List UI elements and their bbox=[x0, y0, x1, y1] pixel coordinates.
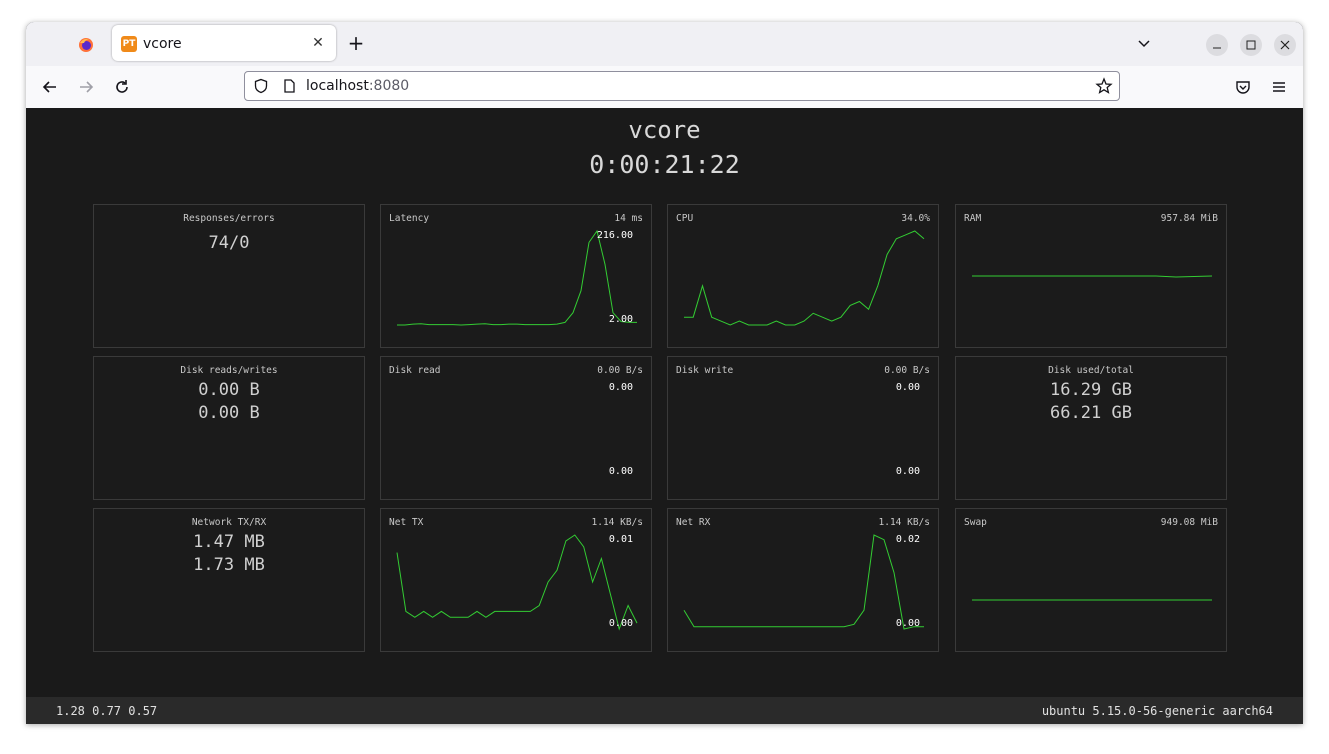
close-window-button[interactable] bbox=[1274, 34, 1296, 56]
panel-label: Disk read bbox=[389, 365, 441, 376]
list-all-tabs-icon[interactable] bbox=[1134, 34, 1154, 54]
forward-arrow-icon[interactable] bbox=[75, 76, 97, 98]
net-rx-min: 0.00 bbox=[895, 618, 920, 629]
panel-label: Network TX/RX bbox=[191, 517, 267, 528]
net-tx-chart bbox=[396, 534, 638, 631]
disk-read-current: 0.00 B/s bbox=[597, 365, 643, 376]
ram-line bbox=[972, 275, 1213, 278]
latency-series-line bbox=[397, 229, 637, 326]
panel-label: Disk reads/writes bbox=[180, 365, 278, 376]
reload-icon[interactable] bbox=[111, 76, 133, 98]
uptime: 0:00:21:22 bbox=[589, 150, 740, 179]
network-tx-total: 1.47 MB bbox=[193, 532, 265, 552]
cpu-series-line bbox=[684, 230, 925, 326]
app-title: vcore bbox=[628, 116, 701, 144]
swap-current: 949.08 MiB bbox=[1160, 517, 1218, 528]
bookmark-star-icon[interactable] bbox=[1095, 77, 1113, 95]
page-content: vcore 0:00:21:22 Responses/errors 74/0 L… bbox=[26, 108, 1303, 697]
tab-bar: PT vcore ✕ + bbox=[26, 22, 1303, 66]
disk-write-total: 0.00 B bbox=[198, 403, 260, 423]
disk-write-min: 0.00 bbox=[895, 466, 920, 477]
minimize-button[interactable] bbox=[1206, 34, 1228, 56]
panel-label: Disk write bbox=[676, 365, 734, 376]
disk-write-panel: Disk write 0.00 B/s 0.00 0.00 bbox=[667, 356, 939, 500]
swap-panel: Swap 949.08 MiB bbox=[955, 508, 1227, 652]
status-bar: 1.28 0.77 0.57 ubuntu 5.15.0-56-generic … bbox=[26, 697, 1303, 724]
disk-read-panel: Disk read 0.00 B/s 0.00 0.00 bbox=[380, 356, 652, 500]
cpu-panel: CPU 34.0% bbox=[667, 204, 939, 348]
net-rx-panel: Net RX 1.14 KB/s 0.02 0.00 bbox=[667, 508, 939, 652]
panel-label: Swap bbox=[964, 517, 987, 528]
disk-read-total: 0.00 B bbox=[198, 380, 260, 400]
net-tx-panel: Net TX 1.14 KB/s 0.01 0.00 bbox=[380, 508, 652, 652]
network-panel: Network TX/RX 1.47 MB 1.73 MB bbox=[93, 508, 365, 652]
active-tab[interactable]: PT vcore ✕ bbox=[112, 25, 336, 61]
ram-panel: RAM 957.84 MiB bbox=[955, 204, 1227, 348]
panel-label: Net RX bbox=[676, 517, 711, 528]
net-tx-current: 1.14 KB/s bbox=[591, 517, 643, 528]
back-arrow-icon[interactable] bbox=[39, 76, 61, 98]
system-info: ubuntu 5.15.0-56-generic aarch64 bbox=[1041, 704, 1273, 718]
net_tx-series-line bbox=[396, 534, 638, 631]
responses-value: 74/0 bbox=[208, 233, 250, 253]
cpu-current: 34.0% bbox=[901, 213, 930, 224]
latency-panel: Latency 14 ms 216.00 2.00 bbox=[380, 204, 652, 348]
ram-current: 957.84 MiB bbox=[1160, 213, 1218, 224]
nav-toolbar: localhost:8080 bbox=[26, 66, 1303, 109]
disk-read-max: 0.00 bbox=[608, 382, 633, 393]
url-host: localhost bbox=[306, 78, 369, 94]
panel-label: RAM bbox=[964, 213, 982, 224]
shield-icon[interactable] bbox=[253, 78, 269, 94]
menu-icon[interactable] bbox=[1270, 78, 1288, 96]
pocket-icon[interactable] bbox=[1234, 78, 1252, 96]
net-rx-max: 0.02 bbox=[895, 534, 920, 545]
network-rx-total: 1.73 MB bbox=[193, 555, 265, 575]
new-tab-button[interactable]: + bbox=[346, 33, 366, 54]
disk-write-max: 0.00 bbox=[895, 382, 920, 393]
cpu-chart bbox=[684, 230, 925, 326]
panel-label: Net TX bbox=[389, 517, 424, 528]
net_rx-series-line bbox=[683, 534, 924, 630]
disk-write-current: 0.00 B/s bbox=[884, 365, 930, 376]
ram-chart bbox=[972, 275, 1213, 278]
url-port: :8080 bbox=[368, 78, 410, 94]
net-tx-min: 0.00 bbox=[608, 618, 633, 629]
panel-label: Disk used/total bbox=[1048, 365, 1134, 376]
swap-chart bbox=[972, 599, 1212, 601]
disk-total-value: 66.21 GB bbox=[1050, 403, 1132, 423]
tab-favicon: PT bbox=[121, 36, 137, 52]
minimize-icon bbox=[1213, 47, 1221, 49]
net-rx-chart bbox=[683, 534, 924, 630]
responses-panel: Responses/errors 74/0 bbox=[93, 204, 365, 348]
latency-chart bbox=[397, 229, 637, 326]
disk-rw-panel: Disk reads/writes 0.00 B 0.00 B bbox=[93, 356, 365, 500]
disk-used-value: 16.29 GB bbox=[1050, 380, 1132, 400]
panel-label: CPU bbox=[676, 213, 694, 224]
maximize-button[interactable] bbox=[1240, 34, 1262, 56]
latency-min: 2.00 bbox=[608, 314, 633, 325]
url-text: localhost:8080 bbox=[306, 78, 409, 94]
browser-window: PT vcore ✕ + localhost:8080 vcore 0:00:2… bbox=[26, 22, 1303, 724]
disk-read-min: 0.00 bbox=[608, 466, 633, 477]
close-icon bbox=[1280, 40, 1290, 50]
net-tx-max: 0.01 bbox=[608, 534, 633, 545]
load-average: 1.28 0.77 0.57 bbox=[56, 704, 158, 718]
tab-close-icon[interactable]: ✕ bbox=[310, 34, 326, 52]
panel-label: Responses/errors bbox=[183, 213, 275, 224]
net-rx-current: 1.14 KB/s bbox=[878, 517, 930, 528]
panel-label: Latency bbox=[389, 213, 430, 224]
maximize-icon bbox=[1246, 40, 1256, 50]
firefox-view-icon[interactable] bbox=[78, 37, 94, 53]
latency-max: 216.00 bbox=[596, 230, 633, 241]
page-icon[interactable] bbox=[281, 78, 297, 94]
tab-title: vcore bbox=[143, 36, 182, 52]
address-bar[interactable]: localhost:8080 bbox=[244, 71, 1120, 101]
latency-current: 14 ms bbox=[614, 213, 643, 224]
disk-used-panel: Disk used/total 16.29 GB 66.21 GB bbox=[955, 356, 1227, 500]
